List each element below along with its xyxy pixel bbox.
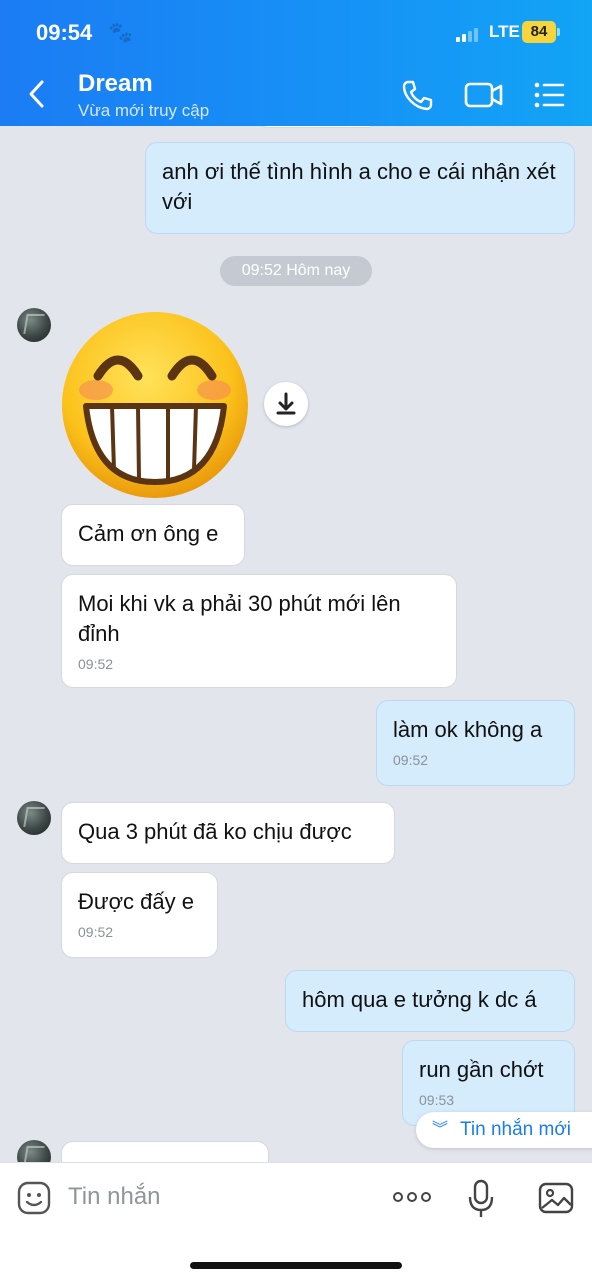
message-incoming[interactable]: Qua 3 phút đã ko chịu được <box>61 802 395 864</box>
list-menu-icon <box>534 82 565 108</box>
image-button[interactable] <box>538 1181 574 1215</box>
microphone-icon <box>468 1179 494 1217</box>
voice-button[interactable] <box>468 1179 494 1219</box>
message-incoming[interactable]: Cảm ơn ông e <box>61 504 245 566</box>
avatar[interactable] <box>17 1140 51 1162</box>
message-outgoing[interactable]: làm ok không a 09:52 <box>376 700 575 786</box>
message-incoming[interactable]: Được đấy e 09:52 <box>61 872 218 958</box>
battery-tip <box>557 28 560 36</box>
chevron-left-icon <box>29 80 44 108</box>
contact-name[interactable]: Dream <box>78 70 153 98</box>
phone-icon <box>402 80 433 111</box>
signal-icon <box>456 26 482 42</box>
chevron-double-down-icon: ︾ <box>432 1121 449 1138</box>
message-text: Cảm ơn ông e <box>78 521 219 546</box>
date-separator: 09:52 Hôm nay <box>220 256 372 286</box>
message-time: 09:52 <box>78 924 114 940</box>
more-button[interactable] <box>392 1189 432 1205</box>
message-input[interactable]: Tin nhắn <box>68 1183 161 1211</box>
paw-icon: 🐾 <box>108 22 133 44</box>
back-button[interactable] <box>26 78 48 110</box>
call-button[interactable] <box>400 78 434 112</box>
network-type: LTE <box>489 22 520 41</box>
message-incoming[interactable]: Moi khi vk a phải 30 phút mới lên đỉnh 0… <box>61 574 457 688</box>
video-call-button[interactable] <box>464 78 504 112</box>
message-time: 09:53 <box>419 1092 455 1108</box>
video-camera-icon <box>464 82 503 108</box>
message-text: Moi khi vk a phải 30 phút mới lên đỉnh <box>78 591 401 646</box>
previous-message-edge <box>258 126 378 128</box>
composer-bar: Tin nhắn <box>0 1162 592 1281</box>
avatar[interactable] <box>17 308 51 342</box>
new-messages-button[interactable]: ︾ Tin nhắn mới <box>416 1112 592 1148</box>
new-messages-label: Tin nhắn mới <box>460 1119 572 1140</box>
image-icon <box>538 1182 574 1214</box>
message-text: Được đấy e <box>78 889 194 914</box>
emoji-icon <box>17 1181 51 1215</box>
contact-status: Vừa mới truy cập <box>78 101 210 120</box>
message-outgoing[interactable]: anh ơi thế tình hình a cho e cái nhận xé… <box>145 142 575 234</box>
message-text: hôm qua e tưởng k dc á <box>302 987 537 1012</box>
message-text: anh ơi thế tình hình a cho e cái nhận xé… <box>162 159 556 214</box>
emoji-button[interactable] <box>17 1181 51 1215</box>
status-time: 09:54 <box>36 20 93 45</box>
message-list[interactable]: anh ơi thế tình hình a cho e cái nhận xé… <box>0 126 592 1162</box>
smiley-sticker[interactable] <box>58 308 252 502</box>
message-outgoing[interactable]: hôm qua e tưởng k dc á <box>285 970 575 1032</box>
message-incoming-partial[interactable] <box>61 1141 269 1162</box>
download-button[interactable] <box>264 382 308 426</box>
chat-header: 09:54 🐾 LTE 84 Dream Vừa mới truy cập <box>0 0 592 126</box>
message-time: 09:52 <box>78 656 114 672</box>
battery-level: 84 <box>522 21 556 43</box>
avatar[interactable] <box>17 801 51 835</box>
more-dots-icon <box>393 1192 431 1202</box>
message-time: 09:52 <box>393 752 429 768</box>
download-icon <box>276 392 296 415</box>
message-text: Qua 3 phút đã ko chịu được <box>78 819 352 844</box>
home-indicator <box>190 1262 402 1269</box>
message-text: run gần chớt <box>419 1057 544 1082</box>
options-menu-button[interactable] <box>532 78 566 112</box>
message-text: làm ok không a <box>393 717 543 742</box>
